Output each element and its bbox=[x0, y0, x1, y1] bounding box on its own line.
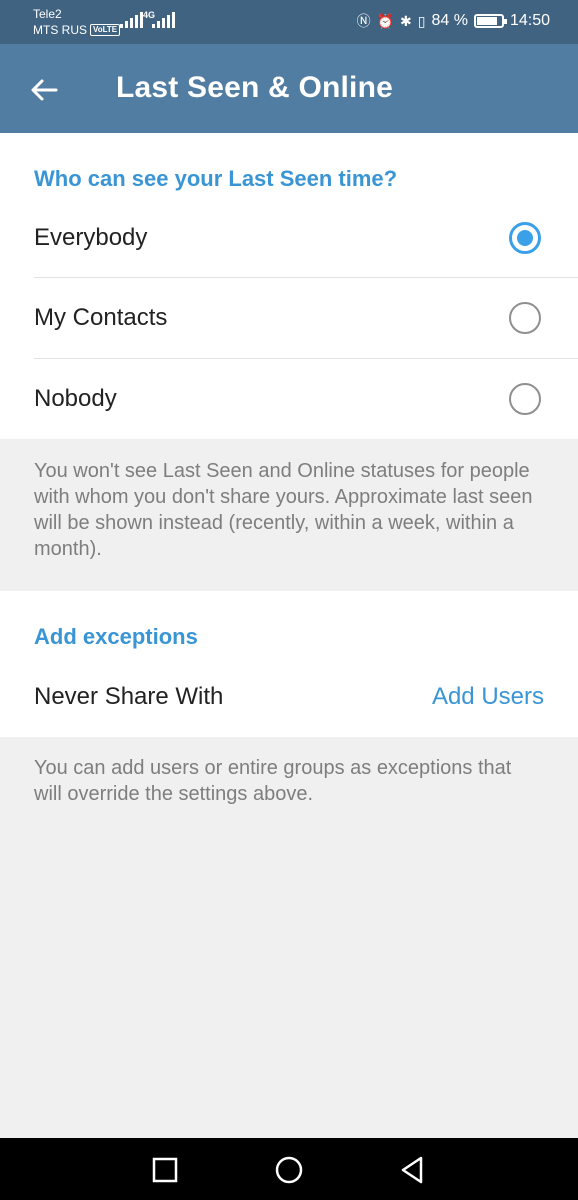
last-seen-info: You won't see Last Seen and Online statu… bbox=[34, 460, 533, 560]
bluetooth-icon: ✱ bbox=[400, 13, 412, 29]
square-icon bbox=[152, 1157, 178, 1183]
clock: 14:50 bbox=[509, 12, 550, 29]
alarm-icon: ⏰ bbox=[376, 13, 395, 29]
signal-icon-2 bbox=[152, 12, 175, 28]
carrier-name-2: MTS RUS bbox=[33, 23, 87, 37]
option-label: My Contacts bbox=[34, 304, 168, 331]
carrier-info: Tele2 MTS RUS VoLTE bbox=[33, 6, 121, 38]
nav-back-button[interactable] bbox=[395, 1152, 431, 1188]
arrow-left-icon bbox=[31, 79, 58, 101]
navigation-bar bbox=[0, 1138, 578, 1200]
exceptions-header: Add exceptions bbox=[34, 624, 198, 649]
circle-icon bbox=[275, 1156, 303, 1184]
exceptions-section: Add exceptions Never Share With Add User… bbox=[0, 591, 578, 737]
last-seen-section: Who can see your Last Seen time? Everybo… bbox=[0, 133, 578, 439]
vibrate-icon: ▯ bbox=[417, 13, 426, 29]
battery-icon bbox=[473, 14, 507, 28]
exceptions-info: You can add users or entire groups as ex… bbox=[34, 757, 512, 805]
radio-button[interactable] bbox=[509, 383, 541, 415]
radio-button[interactable] bbox=[509, 302, 541, 334]
volte-badge: VoLTE bbox=[90, 24, 121, 36]
option-my-contacts[interactable]: My Contacts bbox=[0, 278, 578, 358]
never-share-label: Never Share With bbox=[34, 683, 224, 710]
option-everybody[interactable]: Everybody bbox=[0, 198, 578, 278]
option-label: Everybody bbox=[34, 224, 148, 251]
recents-button[interactable] bbox=[147, 1152, 183, 1188]
home-button[interactable] bbox=[271, 1152, 307, 1188]
option-label: Nobody bbox=[34, 385, 117, 412]
last-seen-header: Who can see your Last Seen time? bbox=[34, 166, 398, 191]
battery-percent: 84 % bbox=[431, 12, 468, 29]
add-users-button[interactable]: Add Users bbox=[432, 683, 544, 711]
page-title: Last Seen & Online bbox=[116, 71, 393, 104]
back-button[interactable] bbox=[22, 68, 66, 112]
signal-icon bbox=[120, 12, 143, 28]
triangle-back-icon bbox=[401, 1156, 423, 1184]
radio-button[interactable] bbox=[509, 222, 541, 254]
status-bar: Tele2 MTS RUS VoLTE 4G Ⓝ ⏰ ✱ ▯ 84 % 14:5… bbox=[0, 0, 578, 44]
nfc-icon: Ⓝ bbox=[356, 13, 371, 29]
option-nobody[interactable]: Nobody bbox=[0, 359, 578, 439]
carrier-name-1: Tele2 bbox=[33, 7, 62, 21]
app-bar: Last Seen & Online bbox=[0, 44, 578, 133]
